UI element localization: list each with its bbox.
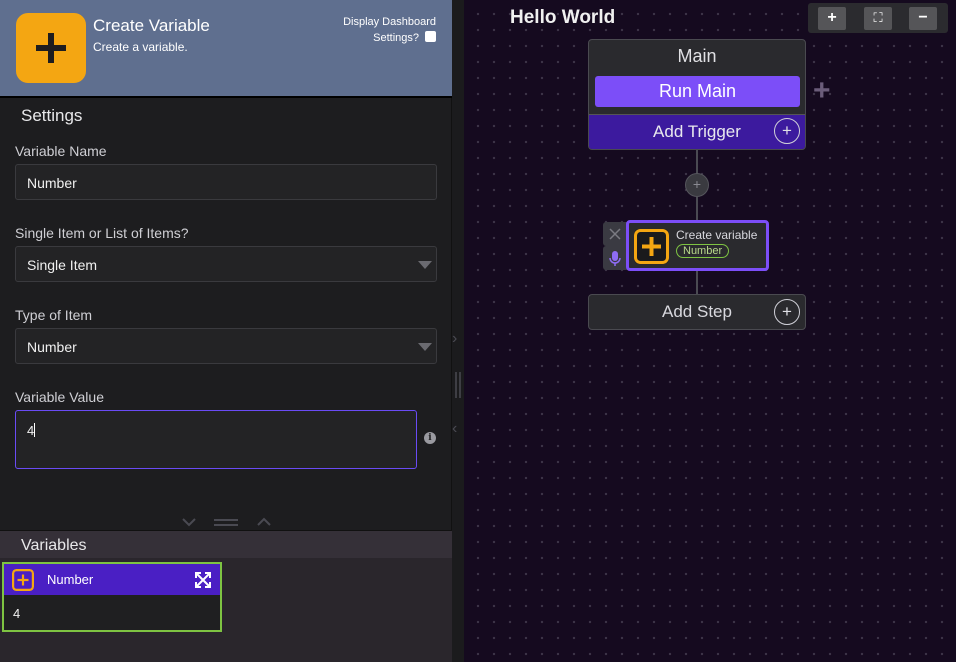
variables-header: Variables: [0, 530, 452, 558]
step-title: Create variable: [676, 228, 758, 242]
variable-card-header: Number: [4, 564, 220, 595]
add-step-label: Add Step: [662, 302, 732, 321]
step-variable-badge: Number: [676, 244, 730, 258]
chevron-left-icon[interactable]: ‹: [452, 420, 457, 438]
create-variable-step[interactable]: Create variable Number: [626, 220, 769, 271]
panel-header: Create Variable Create a variable. Displ…: [0, 0, 452, 98]
add-trigger-button[interactable]: Add Trigger: [589, 114, 805, 149]
single-or-list-label: Single Item or List of Items?: [15, 225, 189, 241]
panel-splitter[interactable]: [180, 516, 280, 530]
add-branch-plus-icon[interactable]: +: [813, 74, 831, 108]
variable-value-input[interactable]: 4: [15, 410, 417, 469]
chevron-down-icon: [418, 343, 432, 351]
variable-value-text: 4: [27, 423, 35, 438]
fit-view-button[interactable]: ⛶: [864, 7, 892, 30]
drag-handle-icon[interactable]: [455, 372, 461, 398]
add-trigger-plus-icon[interactable]: +: [774, 118, 800, 144]
variable-name-value: Number: [27, 175, 77, 191]
delete-step-close-icon[interactable]: [603, 222, 627, 246]
single-or-list-select[interactable]: Single Item: [15, 246, 437, 282]
panel-collapse-handle[interactable]: › ‹: [452, 0, 464, 662]
variable-name-label: Variable Name: [15, 143, 107, 159]
add-step-plus-icon[interactable]: +: [774, 299, 800, 325]
settings-heading: Settings: [21, 106, 83, 125]
display-dashboard-label-line2: Settings?: [373, 32, 419, 44]
variable-card-name: Number: [47, 572, 94, 587]
variable-name-input[interactable]: Number: [15, 164, 437, 200]
connector-line: [696, 197, 698, 221]
chevron-right-icon[interactable]: ›: [452, 330, 457, 348]
chevron-up-icon: [257, 517, 271, 526]
expand-icon[interactable]: [194, 571, 212, 589]
zoom-in-button[interactable]: +: [818, 7, 846, 30]
variable-plus-icon: [12, 569, 34, 591]
connector-line: [696, 150, 698, 174]
zoom-controls: + ⛶ −: [808, 3, 948, 33]
settings-panel: Create Variable Create a variable. Displ…: [0, 0, 452, 662]
variable-card-value: 4: [13, 606, 21, 621]
main-card-title: Main: [677, 46, 717, 66]
text-caret: [34, 423, 36, 437]
type-of-item-select[interactable]: Number: [15, 328, 437, 364]
insert-step-plus-icon[interactable]: +: [685, 173, 709, 197]
zoom-out-button[interactable]: −: [909, 7, 937, 30]
type-of-item-value: Number: [27, 339, 77, 355]
single-or-list-value: Single Item: [27, 257, 98, 273]
info-icon[interactable]: i: [424, 432, 436, 444]
variable-card[interactable]: Number 4: [2, 562, 222, 632]
display-dashboard-label-line1: Display Dashboard: [343, 16, 436, 28]
chevron-down-icon: [418, 261, 432, 269]
create-variable-icon: [16, 13, 86, 83]
type-of-item-label: Type of Item: [15, 307, 93, 323]
display-dashboard-setting: Display Dashboard Settings?: [326, 14, 436, 46]
panel-title: Create Variable: [93, 16, 210, 35]
chevron-down-icon: [182, 518, 196, 527]
microphone-icon[interactable]: [603, 246, 627, 270]
add-trigger-label: Add Trigger: [653, 122, 741, 141]
create-variable-step-icon: [634, 229, 669, 264]
display-dashboard-checkbox[interactable]: [425, 31, 436, 42]
connector-line: [696, 271, 698, 295]
panel-subtitle: Create a variable.: [93, 40, 188, 54]
variables-title: Variables: [21, 537, 87, 554]
flow-title: Hello World: [510, 7, 616, 28]
run-main-button[interactable]: Run Main: [595, 76, 800, 107]
variable-value-label: Variable Value: [15, 389, 104, 405]
